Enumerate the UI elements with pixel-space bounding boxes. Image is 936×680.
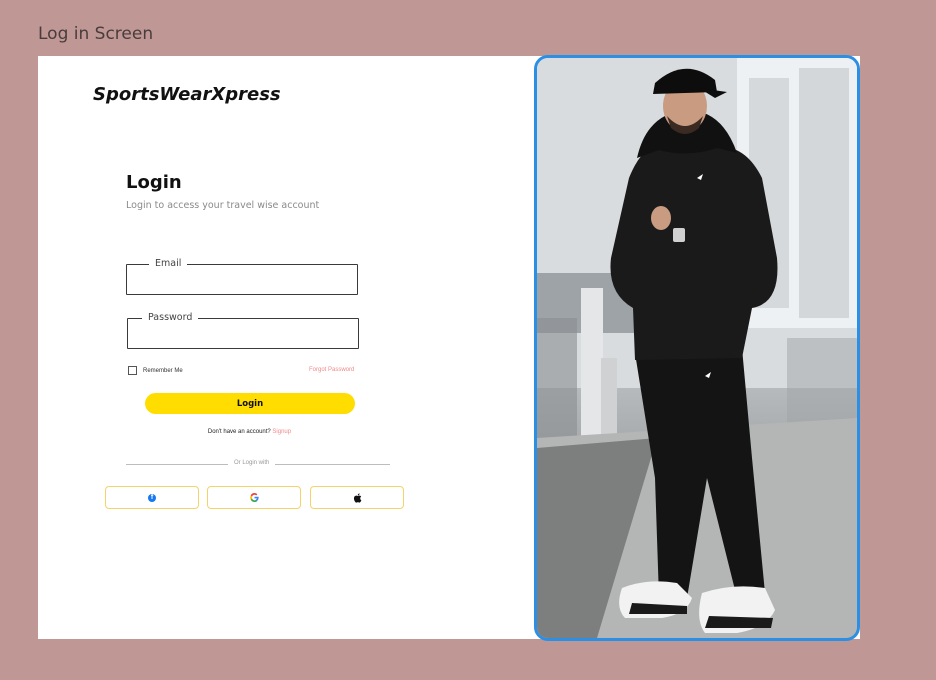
- google-login-button[interactable]: [207, 486, 301, 509]
- no-account-text: Don't have an account?: [207, 429, 271, 435]
- login-button[interactable]: Login: [145, 393, 355, 414]
- hero-photo: [534, 55, 860, 641]
- remember-label: Remember Me: [143, 367, 183, 374]
- google-icon: [249, 493, 259, 502]
- forgot-password-link[interactable]: Forgot Password: [309, 367, 354, 373]
- athlete-photo-illustration: [537, 58, 857, 638]
- signup-link[interactable]: Signup: [272, 429, 291, 435]
- apple-icon: [353, 492, 361, 503]
- frame-label: Log in Screen: [38, 24, 154, 44]
- password-field[interactable]: Password: [127, 312, 359, 349]
- divider-text: Or Login with: [234, 460, 270, 466]
- or-divider: Or Login with: [126, 460, 390, 470]
- facebook-login-button[interactable]: f: [105, 486, 199, 509]
- email-field[interactable]: Email: [126, 258, 358, 295]
- divider-line-left: [126, 464, 228, 465]
- email-input[interactable]: [127, 265, 357, 294]
- brand-logo: SportsWearXpress: [93, 84, 281, 105]
- password-input[interactable]: [128, 319, 358, 348]
- remember-checkbox[interactable]: [128, 366, 137, 375]
- facebook-icon: f: [148, 493, 156, 502]
- apple-login-button[interactable]: [310, 486, 404, 509]
- signup-row: Don't have an account? Signup: [38, 429, 461, 435]
- divider-line-right: [275, 464, 390, 465]
- login-subtitle: Login to access your travel wise account: [126, 200, 320, 211]
- remember-me[interactable]: Remember Me: [128, 366, 183, 375]
- login-title: Login: [126, 172, 182, 193]
